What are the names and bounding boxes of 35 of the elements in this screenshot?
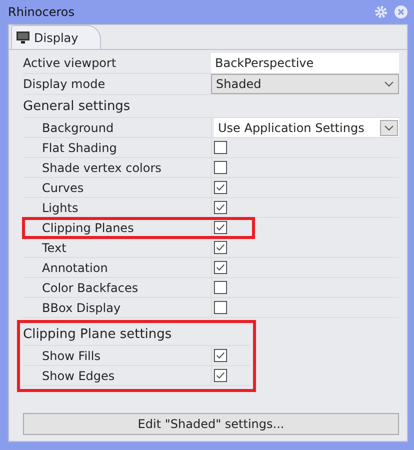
checkbox[interactable] xyxy=(214,161,227,174)
property-label: Show Edges xyxy=(41,368,116,382)
checkbox[interactable] xyxy=(214,181,227,194)
checkbox[interactable] xyxy=(214,369,227,382)
property-label: Shade vertex colors xyxy=(41,160,162,174)
checkbox[interactable] xyxy=(214,221,227,234)
property-label: Text xyxy=(41,240,68,254)
checkbox[interactable] xyxy=(214,201,227,214)
section-heading: Clipping Plane settings xyxy=(23,323,250,346)
checkbox[interactable] xyxy=(214,281,227,294)
property-label: Display mode xyxy=(23,77,106,91)
checkbox[interactable] xyxy=(214,301,227,314)
property-label: Flat Shading xyxy=(41,140,118,154)
viewport-field[interactable]: BackPerspective xyxy=(211,53,399,73)
property-label: Curves xyxy=(41,180,85,194)
checkbox[interactable] xyxy=(214,241,227,254)
property-label: Active viewport xyxy=(23,56,118,70)
property-label: Background xyxy=(41,120,115,134)
checkbox[interactable] xyxy=(214,261,227,274)
window-title: Rhinoceros xyxy=(8,5,76,19)
checkbox[interactable] xyxy=(214,349,227,362)
chevron-icon xyxy=(384,124,394,130)
chevron-icon xyxy=(384,81,394,87)
property-label: Clipping Planes xyxy=(41,220,135,234)
display-tab[interactable]: Display xyxy=(11,25,102,49)
edit-settings-button[interactable]: Edit "Shaded" settings... xyxy=(23,413,399,435)
property-label: BBox Display xyxy=(41,300,122,314)
monitor-icon xyxy=(16,31,30,44)
background-dropdown[interactable]: Use Application Settings xyxy=(214,118,399,137)
property-label: Color Backfaces xyxy=(41,280,140,294)
property-label: Annotation xyxy=(41,260,109,274)
checkbox[interactable] xyxy=(214,141,227,154)
display-mode-dropdown[interactable]: Shaded xyxy=(211,74,399,94)
property-label: Show Fills xyxy=(41,348,102,362)
property-label: Lights xyxy=(41,200,80,214)
